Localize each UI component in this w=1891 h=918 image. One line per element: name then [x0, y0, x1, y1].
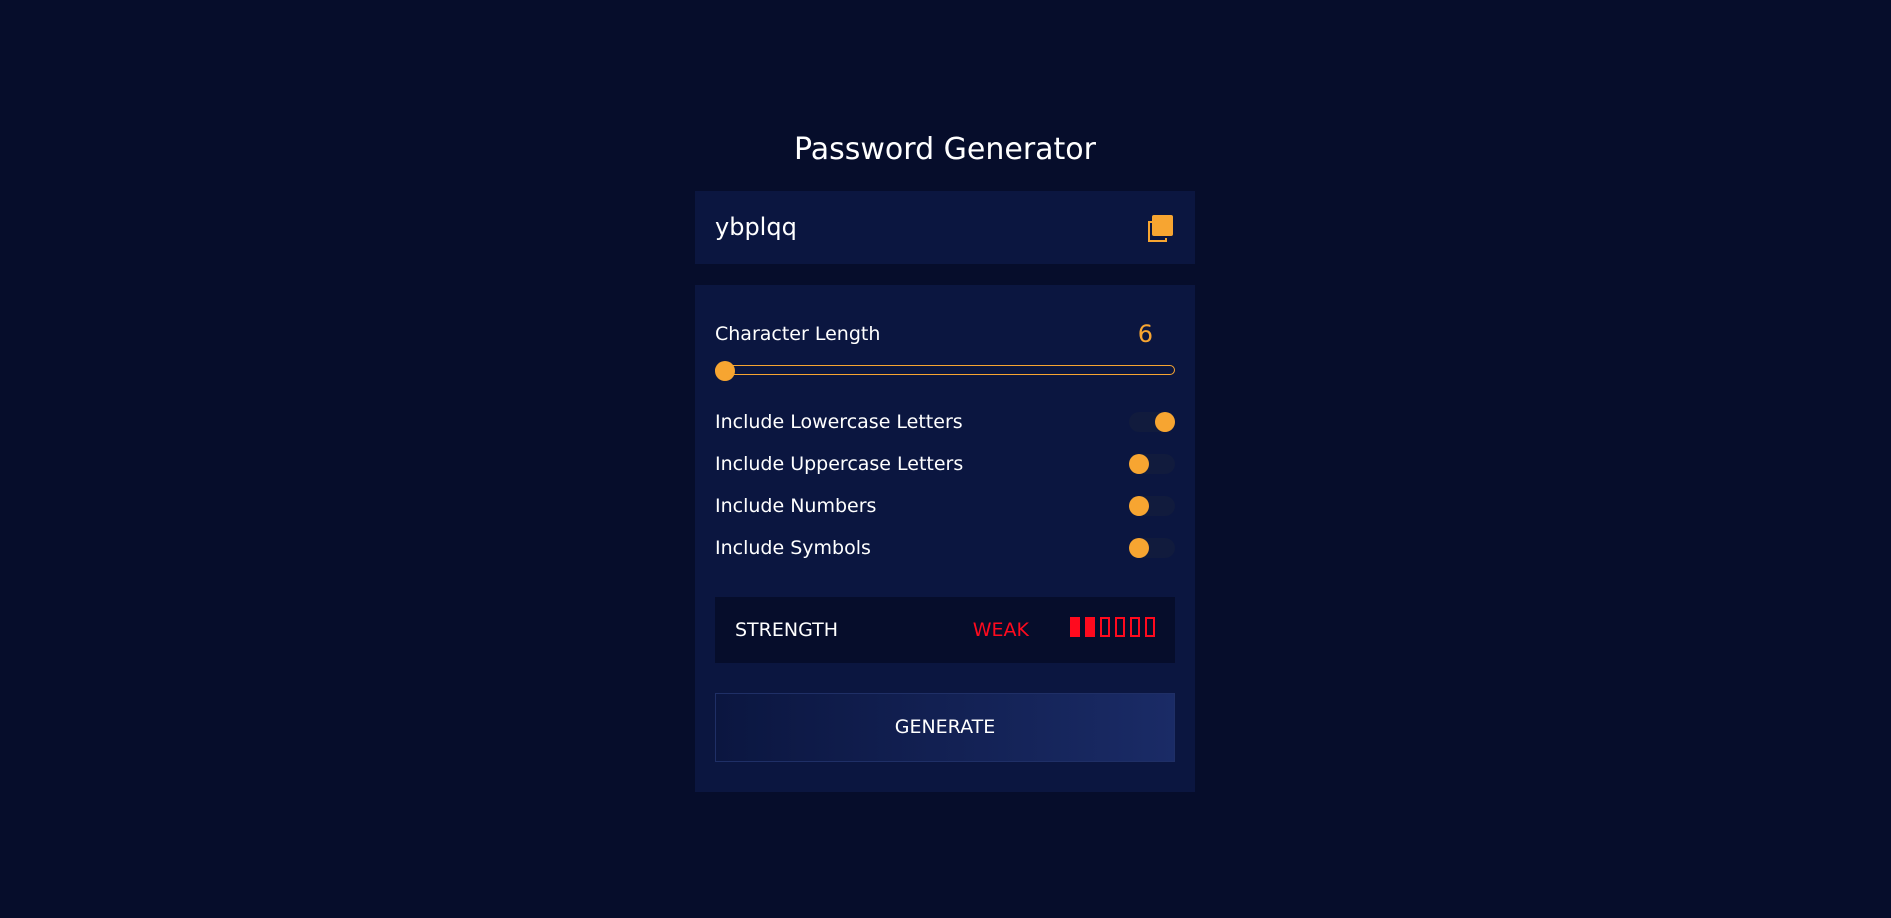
option-lowercase-label: Include Lowercase Letters [715, 411, 963, 433]
strength-bar [1130, 617, 1140, 637]
slider-thumb[interactable] [715, 361, 735, 381]
character-length-row: Character Length 6 [715, 319, 1175, 349]
strength-bar [1100, 617, 1110, 637]
option-numbers: Include Numbers [715, 491, 1175, 521]
numbers-toggle[interactable] [1129, 496, 1175, 516]
option-symbols-label: Include Symbols [715, 537, 871, 559]
option-symbols: Include Symbols [715, 533, 1175, 563]
settings-panel: Character Length 6 Include Lowercase Let… [695, 285, 1195, 792]
strength-bars [1070, 617, 1155, 637]
option-lowercase: Include Lowercase Letters [715, 407, 1175, 437]
option-numbers-label: Include Numbers [715, 495, 877, 517]
page-title: Password Generator [793, 132, 1096, 167]
option-uppercase: Include Uppercase Letters [715, 449, 1175, 479]
strength-bar [1115, 617, 1125, 637]
generate-button[interactable]: GENERATE [715, 693, 1175, 762]
strength-indicator: STRENGTH WEAK [715, 597, 1175, 663]
strength-bar [1085, 617, 1095, 637]
toggle-knob [1129, 538, 1149, 558]
toggle-knob [1129, 496, 1149, 516]
toggle-knob [1129, 454, 1149, 474]
strength-value: WEAK [972, 619, 1029, 641]
character-length-slider[interactable] [715, 361, 1175, 381]
password-output: ybplqq [695, 191, 1195, 264]
slider-track[interactable] [715, 365, 1175, 375]
toggle-knob [1155, 412, 1175, 432]
lowercase-toggle[interactable] [1129, 412, 1175, 432]
character-length-label: Character Length [715, 323, 881, 345]
copy-icon-graphic [1148, 215, 1173, 242]
uppercase-toggle[interactable] [1129, 454, 1175, 474]
copy-icon[interactable] [1144, 212, 1176, 244]
option-uppercase-label: Include Uppercase Letters [715, 453, 964, 475]
strength-bar [1145, 617, 1155, 637]
character-length-value: 6 [1137, 320, 1153, 348]
generated-password: ybplqq [715, 213, 797, 241]
strength-bar [1070, 617, 1080, 637]
symbols-toggle[interactable] [1129, 538, 1175, 558]
strength-label: STRENGTH [735, 619, 839, 641]
